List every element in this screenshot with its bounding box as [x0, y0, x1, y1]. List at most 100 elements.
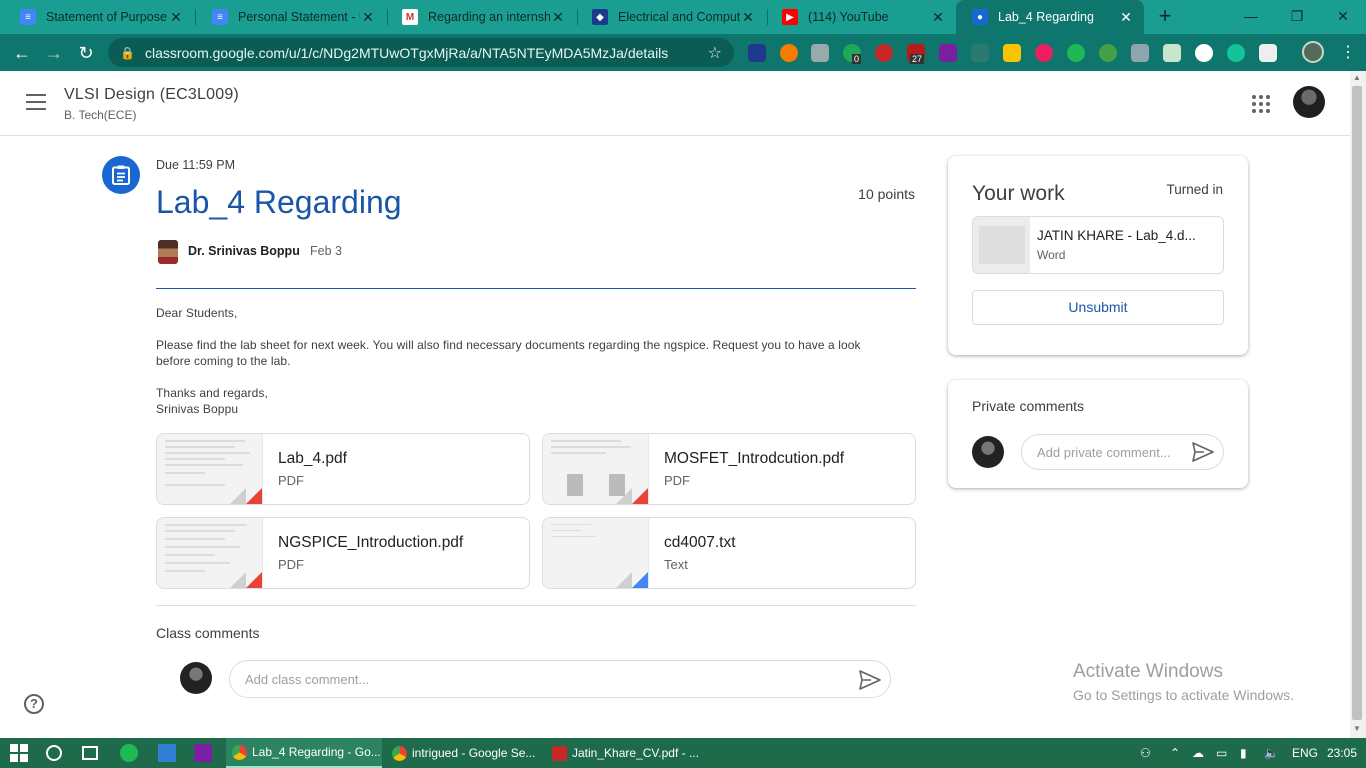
assignment-icon: [102, 156, 140, 194]
teacher-avatar: [158, 240, 178, 264]
close-tab-icon[interactable]: ✕: [930, 9, 946, 26]
tab-electrical-computer[interactable]: ◆ Electrical and Computer ✕: [576, 0, 766, 34]
pdf-thumbnail: [543, 434, 649, 504]
attachment-type: PDF: [664, 473, 690, 488]
close-tab-icon[interactable]: ✕: [168, 9, 184, 26]
back-arrow-icon[interactable]: ←: [8, 39, 36, 67]
show-hidden-icons-chevron-icon[interactable]: ⌃: [1170, 738, 1180, 768]
attachment-name: Lab_4.pdf: [278, 450, 347, 467]
class-comments-heading: Class comments: [156, 625, 260, 641]
classroom-icon: ●: [972, 9, 988, 25]
taskbar-chrome-lab4[interactable]: Lab_4 Regarding - Go...: [226, 738, 382, 768]
help-icon[interactable]: ?: [24, 694, 44, 714]
extension-icon[interactable]: [971, 44, 989, 62]
bookmark-star-icon[interactable]: ☆: [708, 43, 722, 63]
people-icon[interactable]: ⚇: [1140, 738, 1151, 768]
tab-personal-statement[interactable]: ≡ Personal Statement - U ✕: [196, 0, 386, 34]
browser-menu-icon[interactable]: ⋮: [1340, 42, 1356, 62]
class-comment-input[interactable]: Add class comment...: [229, 660, 891, 698]
close-tab-icon[interactable]: ✕: [360, 9, 376, 26]
send-icon[interactable]: [1192, 442, 1214, 462]
extension-icon[interactable]: [875, 44, 893, 62]
classroom-header: VLSI Design (EC3L009) B. Tech(ECE): [0, 71, 1350, 136]
download-extension-icon[interactable]: [811, 44, 829, 62]
check-extension-icon[interactable]: [1099, 44, 1117, 62]
onenote-icon[interactable]: [939, 44, 957, 62]
extension-icon[interactable]: [1195, 44, 1213, 62]
forward-arrow-icon[interactable]: →: [40, 39, 68, 67]
spotify-icon[interactable]: [120, 744, 138, 762]
docs-icon: ≡: [212, 9, 228, 25]
extension-icon[interactable]: [1131, 44, 1149, 62]
attachment-mosfet-pdf[interactable]: MOSFET_Introdcution.pdf PDF: [542, 433, 916, 505]
submitted-file[interactable]: JATIN KHARE - Lab_4.d... Word: [972, 216, 1224, 274]
send-icon[interactable]: [859, 670, 881, 690]
address-bar[interactable]: 🔒 classroom.google.com/u/1/c/NDg2MTUwOTg…: [108, 38, 734, 67]
tab-statement-of-purpose[interactable]: ≡ Statement of Purpose - ✕: [4, 0, 194, 34]
search-icon[interactable]: [46, 745, 62, 761]
submission-status: Turned in: [1166, 182, 1223, 197]
google-apps-icon[interactable]: [1252, 95, 1270, 113]
taskbar-pdf-cv[interactable]: Jatin_Khare_CV.pdf - ...: [546, 738, 702, 768]
new-tab-plus-icon[interactable]: +: [1153, 4, 1177, 28]
user-avatar: [972, 436, 1004, 468]
pdf-thumbnail: [157, 434, 263, 504]
main-menu-icon[interactable]: [26, 94, 46, 110]
docs-icon: ≡: [20, 9, 36, 25]
task-view-icon[interactable]: [82, 746, 98, 760]
onedrive-icon[interactable]: ☁: [1192, 738, 1204, 768]
browser-profile-avatar[interactable]: [1302, 41, 1324, 63]
scroll-down-arrow-icon[interactable]: ▼: [1353, 724, 1361, 733]
unsubmit-button[interactable]: Unsubmit: [972, 290, 1224, 325]
grammarly-icon[interactable]: [1227, 44, 1245, 62]
attachment-lab4-pdf[interactable]: Lab_4.pdf PDF: [156, 433, 530, 505]
battery-icon[interactable]: ▮: [1240, 738, 1247, 768]
tab-gmail[interactable]: M Regarding an internship ✕: [386, 0, 576, 34]
comments-divider: [156, 605, 916, 606]
attachment-name: MOSFET_Introdcution.pdf: [664, 450, 845, 467]
extension-icon[interactable]: [780, 44, 798, 62]
tab-lab4-regarding[interactable]: ● Lab_4 Regarding ✕: [956, 0, 1144, 34]
mail-extension-icon[interactable]: [1163, 44, 1181, 62]
post-date: Feb 3: [310, 244, 342, 258]
minimize-icon[interactable]: —: [1228, 0, 1274, 34]
scroll-up-arrow-icon[interactable]: ▲: [1353, 73, 1361, 82]
extension-icon[interactable]: [1003, 44, 1021, 62]
course-title[interactable]: VLSI Design (EC3L009): [64, 86, 239, 104]
teacher-name: Dr. Srinivas Boppu: [188, 244, 300, 258]
attachment-cd4007-txt[interactable]: cd4007.txt Text: [542, 517, 916, 589]
tab-youtube[interactable]: ▶ (114) YouTube ✕: [766, 0, 956, 34]
scrollbar-thumb[interactable]: [1352, 86, 1362, 720]
clock[interactable]: 23:05: [1327, 738, 1357, 768]
close-tab-icon[interactable]: ✕: [550, 9, 566, 26]
display-icon[interactable]: ▭: [1216, 738, 1227, 768]
reload-icon[interactable]: ↻: [72, 39, 100, 67]
account-avatar[interactable]: [1293, 86, 1325, 118]
close-tab-icon[interactable]: ✕: [1118, 9, 1134, 26]
restore-icon[interactable]: ❐: [1274, 0, 1320, 34]
extension-icon[interactable]: [1259, 44, 1277, 62]
chrome-icon: [392, 745, 407, 761]
close-window-icon[interactable]: ✕: [1320, 0, 1366, 34]
close-tab-icon[interactable]: ✕: [740, 9, 756, 26]
file-thumbnail: [973, 217, 1030, 273]
extension-icon[interactable]: [748, 44, 766, 62]
submitted-file-name: JATIN KHARE - Lab_4.d...: [1037, 228, 1196, 243]
private-comment-input[interactable]: Add private comment...: [1021, 434, 1224, 470]
onenote-icon[interactable]: [194, 744, 212, 762]
tab-title: Electrical and Computer: [618, 10, 740, 24]
tab-title: Regarding an internship: [428, 10, 550, 24]
volume-icon[interactable]: 🔈: [1264, 738, 1279, 768]
attachment-ngspice-pdf[interactable]: NGSPICE_Introduction.pdf PDF: [156, 517, 530, 589]
store-icon[interactable]: [158, 744, 176, 762]
class-comment-placeholder: Add class comment...: [245, 672, 370, 687]
taskbar-chrome-search[interactable]: intrigued - Google Se...: [386, 738, 542, 768]
language-indicator[interactable]: ENG: [1292, 738, 1318, 768]
pdf-icon: [246, 572, 262, 588]
pdf-icon: [246, 488, 262, 504]
due-time: Due 11:59 PM: [156, 158, 235, 172]
extension-icon[interactable]: [1035, 44, 1053, 62]
windows-start-icon[interactable]: [10, 744, 28, 762]
taskbar-app-label: Lab_4 Regarding - Go...: [252, 745, 381, 759]
extension-icon[interactable]: [1067, 44, 1085, 62]
